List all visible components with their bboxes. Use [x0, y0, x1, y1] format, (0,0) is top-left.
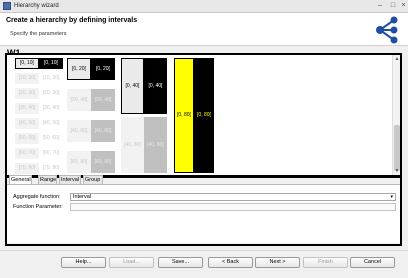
interval-cell-faded: [60, 80[ [91, 151, 115, 173]
interval-cell-faded: [20, 40[ [91, 89, 115, 111]
hierarchy-network-icon [376, 16, 398, 44]
interval-cell-faded: [40, 80[ [144, 117, 167, 173]
interval-cell-faded: [40, 80[ [121, 117, 144, 173]
wizard-header: Create a hierarchy by defining intervals… [0, 13, 408, 46]
tab-range[interactable]: Range [38, 175, 57, 184]
interval-cell-faded: [40, 60[ [91, 120, 115, 142]
hierarchy-preview: [0, 10[[0, 10[[10, 20[[10, 20[[20, 30[[2… [7, 55, 396, 175]
interval-cell-faded: [10, 20[ [39, 73, 63, 84]
wizard-subtitle: Specify the parameters [10, 31, 67, 37]
wizard-title: Create a hierarchy by defining intervals [6, 17, 138, 24]
interval-cell-selected: [0, 10[ [15, 58, 39, 69]
interval-cell-group: [0, 40[ [144, 58, 167, 114]
interval-cell-faded: [60, 80[ [67, 151, 91, 173]
tab-group[interactable]: Group [83, 175, 103, 184]
tab-general[interactable]: General [9, 175, 32, 184]
interval-cell-group: [0, 10[ [39, 58, 63, 69]
interval-cell-selected: [0, 20[ [67, 58, 91, 80]
interval-cell-faded: [60, 70[ [15, 148, 39, 159]
tab-interval[interactable]: Interval [59, 175, 81, 184]
help-button[interactable]: Help... [61, 257, 106, 268]
interval-cell-group: [0, 20[ [91, 58, 115, 80]
interval-cell-faded: [30, 40[ [15, 103, 39, 114]
interval-cell-faded: [20, 30[ [39, 88, 63, 99]
finish-button[interactable]: Finish [303, 257, 348, 268]
interval-cell-faded: [40, 50[ [15, 118, 39, 129]
interval-cell-faded: [30, 40[ [39, 103, 63, 114]
interval-cell-faded: [10, 20[ [15, 73, 39, 84]
scroll-down-icon[interactable]: ▼ [394, 168, 400, 174]
minimize-icon[interactable]: – [374, 1, 386, 11]
chevron-down-icon[interactable]: ▾ [390, 194, 393, 200]
interval-cell-faded: [70, 80[ [39, 163, 63, 174]
interval-cell-faded: [40, 50[ [39, 118, 63, 129]
window-titlebar: Hierarchy wizard – □ × [0, 0, 408, 13]
scroll-thumb[interactable] [394, 125, 400, 171]
interval-cell-faded: [20, 40[ [67, 89, 91, 111]
save-button[interactable]: Save... [158, 257, 203, 268]
load-button[interactable]: Load... [109, 257, 154, 268]
window-title: Hierarchy wizard [14, 3, 59, 9]
interval-cell-faded: [50, 60[ [39, 133, 63, 144]
function-parameter-input[interactable] [70, 203, 396, 211]
interval-cell-faded: [70, 80[ [15, 163, 39, 174]
interval-cell-faded: [20, 30[ [15, 88, 39, 99]
interval-cell-faded: [60, 70[ [39, 148, 63, 159]
interval-cell-selected: [0, 80[ [174, 58, 194, 173]
function-parameter-label: Function Parameter: [13, 204, 63, 210]
interval-cell-faded: [40, 60[ [67, 120, 91, 142]
scroll-up-icon[interactable]: ▲ [394, 56, 400, 62]
cancel-button[interactable]: Cancel [350, 257, 395, 268]
app-icon [3, 2, 11, 10]
interval-cell-group: [0, 80[ [194, 58, 214, 173]
vertical-scrollbar[interactable]: ▲ ▼ [392, 55, 400, 175]
interval-cell-selected: [0, 40[ [121, 58, 144, 114]
aggregate-function-value: Interval [73, 194, 92, 200]
maximize-icon[interactable]: □ [387, 1, 399, 11]
back-button[interactable]: < Back [208, 257, 253, 268]
aggregate-function-select[interactable]: Interval ▾ [70, 193, 396, 201]
interval-cell-faded: [50, 60[ [15, 133, 39, 144]
next-button[interactable]: Next > [255, 257, 300, 268]
close-icon[interactable]: × [399, 1, 408, 11]
aggregate-function-label: Aggregate function: [13, 194, 61, 200]
